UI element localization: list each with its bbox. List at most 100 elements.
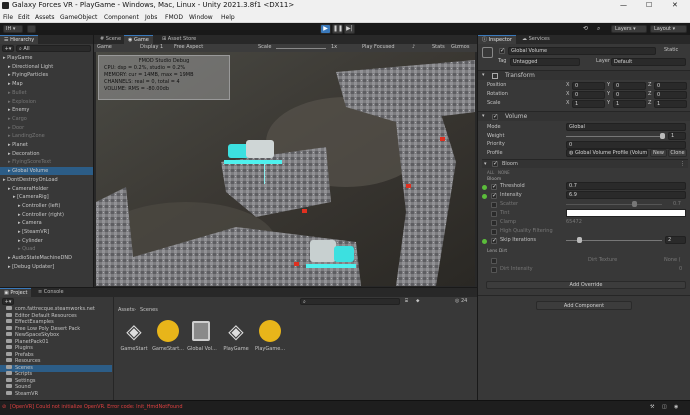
transform-x-input[interactable]: 1 [572, 100, 605, 108]
transform-header[interactable]: ▾ Transform [478, 70, 690, 80]
hidden-packages-count[interactable]: ◎ 24 [455, 298, 467, 305]
transform-y-input[interactable]: 1 [613, 100, 646, 108]
hierarchy-create-button[interactable]: +▾ [2, 45, 14, 52]
asset-item[interactable]: Global Vol... [186, 320, 218, 360]
bloom-header[interactable]: ▾ Bloom ⋮ [482, 159, 688, 168]
status-error-message[interactable]: [OpenVR] Could not initialize OpenVR. Er… [10, 404, 183, 411]
weight-input[interactable]: 1 [668, 132, 686, 140]
filter-icon[interactable]: ⌸ [405, 298, 408, 305]
hierarchy-item[interactable]: ▸ [SteamVR] [0, 228, 93, 236]
scatter-override-checkbox[interactable] [491, 202, 497, 208]
priority-input[interactable]: 0 [566, 141, 686, 149]
menu-jobs[interactable]: Jobs [145, 14, 157, 22]
tab-asset-store[interactable]: ⊞ Asset Store [158, 35, 200, 44]
display-number-dropdown[interactable]: Display 1 [140, 44, 163, 51]
hierarchy-item[interactable]: ▸ Explosion [0, 98, 93, 106]
intensity-input[interactable]: 6.9 [566, 191, 686, 199]
hierarchy-item[interactable]: ▸ FlyingParticles [0, 71, 93, 79]
transform-z-input[interactable]: 0 [654, 91, 687, 99]
asset-item[interactable]: ◈PlayGame [220, 320, 252, 360]
hierarchy-search-input[interactable]: ⌕ All [16, 45, 91, 52]
play-focused-dropdown[interactable]: Play Focused [362, 44, 395, 51]
breadcrumb-assets[interactable]: Assets [118, 307, 134, 314]
dirt-intensity-override-checkbox[interactable] [491, 267, 497, 273]
game-display-dropdown[interactable]: Game [97, 44, 112, 51]
project-create-button[interactable]: +▾ [2, 298, 14, 305]
hierarchy-item[interactable]: ▸ Cargo [0, 115, 93, 123]
dirt-texture-override-checkbox[interactable] [491, 258, 497, 264]
volume-header[interactable]: ▾ Volume [478, 111, 690, 121]
mute-audio-icon[interactable]: ♪ [412, 44, 415, 51]
hierarchy-item[interactable]: ▸ Enemy [0, 106, 93, 114]
hierarchy-item[interactable]: ▸ Directional Light [0, 63, 93, 71]
hierarchy-item[interactable]: ▸ Door [0, 124, 93, 132]
menu-component[interactable]: Component [104, 14, 139, 22]
transform-x-input[interactable]: 0 [572, 82, 605, 90]
hierarchy-item[interactable]: ▸ Quad [0, 245, 93, 253]
static-toggle[interactable]: Static [664, 47, 678, 54]
asset-item[interactable]: ◈GameStart [118, 320, 150, 360]
tint-color-swatch[interactable] [566, 209, 686, 217]
hierarchy-item[interactable]: ▸ Bullet [0, 89, 93, 97]
hierarchy-item[interactable]: ▸ LandingZone [0, 132, 93, 140]
step-button[interactable]: ▶| [344, 24, 355, 34]
hierarchy-item[interactable]: ▸ DontDestroyOnLoad [0, 176, 93, 184]
menu-gameobject[interactable]: GameObject [60, 14, 97, 22]
menu-file[interactable]: File [3, 14, 13, 22]
hierarchy-item[interactable]: ▸ FlyingScoreText [0, 158, 93, 166]
asset-item[interactable]: PlayGame... [254, 320, 286, 360]
hierarchy-item[interactable]: ▸ Global Volume [0, 167, 93, 175]
threshold-input[interactable]: 0.7 [566, 182, 686, 190]
search-icon[interactable]: ⌕ [597, 25, 600, 33]
hierarchy-item[interactable]: ▸ [CameraRig] [0, 193, 93, 201]
transform-y-input[interactable]: 0 [613, 82, 646, 90]
mode-dropdown[interactable]: Global [566, 123, 686, 131]
tag-dropdown[interactable]: Untagged [510, 58, 580, 66]
tab-inspector[interactable]: ⓘ Inspector [478, 35, 516, 44]
profile-field[interactable]: ◍ Global Volume Profile (Volum [566, 149, 648, 157]
threshold-override-checkbox[interactable] [491, 184, 497, 190]
menu-window[interactable]: Window [189, 14, 213, 22]
hierarchy-item[interactable]: ▸ PlayGame [0, 54, 93, 62]
weight-slider-handle[interactable] [660, 133, 665, 139]
clamp-override-checkbox[interactable] [491, 220, 497, 226]
menu-fmod[interactable]: FMOD [165, 14, 183, 22]
menu-help[interactable]: Help [221, 14, 235, 22]
project-search-input[interactable]: ⌕ [300, 298, 400, 305]
skip-iterations-slider-handle[interactable] [577, 237, 582, 243]
menu-assets[interactable]: Assets [35, 14, 55, 22]
tint-override-checkbox[interactable] [491, 211, 497, 217]
play-button[interactable]: ▶ [320, 24, 331, 34]
hierarchy-item[interactable]: ▸ CameraHolder [0, 185, 93, 193]
hierarchy-item[interactable]: ▸ Map [0, 80, 93, 88]
close-button[interactable]: ✕ [672, 1, 678, 10]
intensity-override-checkbox[interactable] [491, 193, 497, 199]
tab-game[interactable]: ◉ Game [124, 35, 153, 44]
transform-z-input[interactable]: 0 [654, 82, 687, 90]
tab-scene[interactable]: # Scene [96, 35, 125, 44]
status-icon[interactable]: ⚒ [650, 404, 654, 411]
project-folder-item[interactable]: SteamVR [0, 391, 112, 398]
status-icon[interactable]: ◉ [674, 404, 678, 411]
label-icon[interactable]: ⬥ [416, 298, 420, 305]
hierarchy-item[interactable]: ▸ Controller (left) [0, 202, 93, 210]
pause-button[interactable]: ❚❚ [332, 24, 343, 34]
tab-project[interactable]: ▣ Project [0, 288, 31, 297]
profile-new-button[interactable]: New [650, 149, 667, 157]
scale-slider[interactable] [276, 48, 326, 49]
layout-dropdown[interactable]: Layout ▾ [650, 25, 687, 33]
transform-x-input[interactable]: 0 [572, 91, 605, 99]
skip-iterations-input[interactable]: 2 [665, 236, 686, 244]
active-checkbox[interactable] [499, 48, 505, 54]
tab-hierarchy[interactable]: ☰ Hierarchy [0, 35, 38, 44]
volume-enabled-checkbox[interactable] [492, 114, 498, 120]
minimize-button[interactable]: — [620, 1, 627, 10]
hierarchy-item[interactable]: ▸ Camera [0, 219, 93, 227]
gizmos-dropdown[interactable]: Gizmos [451, 44, 469, 51]
profile-clone-button[interactable]: Clone [668, 149, 687, 157]
add-component-button[interactable]: Add Component [536, 301, 632, 310]
maximize-button[interactable]: ☐ [646, 1, 652, 10]
layers-dropdown[interactable]: Layers ▾ [611, 25, 647, 33]
bloom-none-button[interactable]: NONE [498, 169, 510, 176]
transform-y-input[interactable]: 0 [613, 91, 646, 99]
